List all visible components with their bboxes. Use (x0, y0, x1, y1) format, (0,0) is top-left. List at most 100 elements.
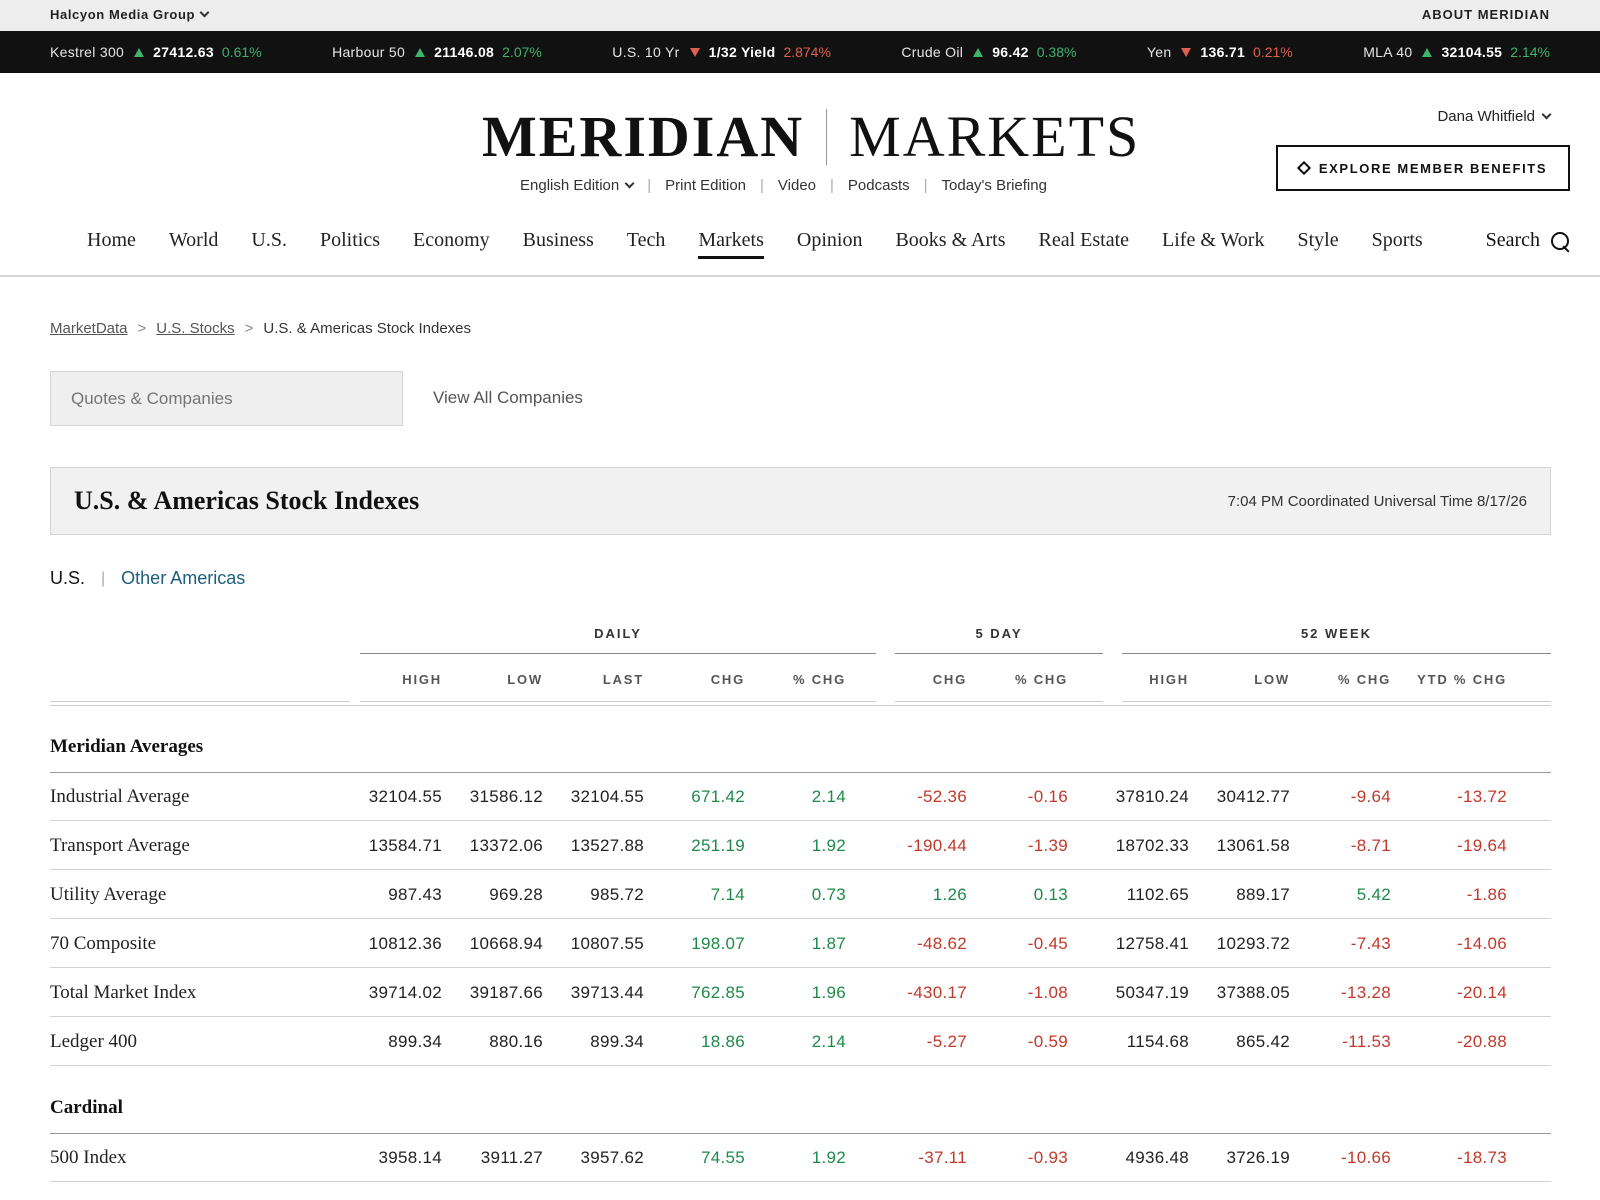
ticker-change: 2.874% (783, 44, 831, 60)
edition-link[interactable]: Podcasts (848, 177, 910, 194)
table-cell: -18.73 (1456, 1148, 1507, 1167)
table-cell: 1154.68 (1126, 1032, 1189, 1051)
table-cell: 671.42 (691, 787, 745, 806)
column-header[interactable]: CHG (650, 672, 745, 687)
table-row[interactable]: 500 Index 3958.14 3911.27 3957.62 74.55 1.92 -… (50, 1134, 1551, 1182)
brand-menu[interactable]: Halcyon Media Group (50, 7, 210, 22)
nav-item-tech[interactable]: Tech (627, 229, 666, 259)
nav-item-business[interactable]: Business (523, 229, 594, 259)
column-header[interactable]: % CHG (750, 672, 846, 687)
ticker-value: 96.42 (992, 44, 1029, 60)
table-row[interactable]: 70 Composite 10812.36 10668.94 10807.55 198.… (50, 920, 1551, 968)
nav-item-real-estate[interactable]: Real Estate (1038, 229, 1129, 259)
ticker-item[interactable]: Crude Oil 96.42 0.38% (901, 44, 1076, 60)
group-header-5day: 5 DAY (975, 626, 1023, 641)
index-name-link[interactable]: Industrial Average (50, 786, 189, 808)
about-link[interactable]: ABOUT MERIDIAN (1422, 7, 1550, 22)
nav-item-u-s[interactable]: U.S. (251, 229, 287, 259)
nav-item-sports[interactable]: Sports (1372, 229, 1423, 259)
ticker-value: 21146.08 (434, 44, 495, 60)
edition-link[interactable]: Print Edition (665, 177, 746, 194)
column-header-rule (895, 701, 1103, 702)
column-header[interactable]: % CHG (980, 672, 1068, 687)
masthead: MERIDIAN MARKETS English Edition | Print E… (0, 73, 1600, 213)
table-row[interactable]: Industrial Average 32104.55 31586.12 32104.… (50, 773, 1551, 821)
nav-item-life-work[interactable]: Life & Work (1162, 229, 1264, 259)
breadcrumb-separator: > (137, 320, 147, 337)
column-header[interactable]: CHG (880, 672, 967, 687)
logo-divider (826, 108, 828, 165)
column-header[interactable]: % CHG (1300, 672, 1391, 687)
ticker-item[interactable]: Harbour 50 21146.08 2.07% (332, 44, 542, 60)
table-cell: -10.66 (1340, 1148, 1391, 1167)
tab-other-americas[interactable]: Other Americas (121, 568, 245, 589)
ticker-item[interactable]: U.S. 10 Yr 1/32 Yield 2.874% (612, 44, 831, 60)
tab-separator: | (101, 569, 106, 587)
table-cell: 1.92 (811, 1148, 846, 1167)
market-ticker: Kestrel 300 27412.63 0.61% Harbour 50 21146.… (0, 31, 1600, 73)
edition-label: Today's Briefing (941, 177, 1047, 194)
tab-us[interactable]: U.S. (50, 568, 85, 589)
nav-item-opinion[interactable]: Opinion (797, 229, 863, 259)
column-header[interactable]: HIGH (350, 672, 442, 687)
breadcrumb-us-stocks[interactable]: U.S. Stocks (156, 320, 234, 337)
chevron-down-icon (624, 178, 635, 189)
search-button[interactable]: Search (1471, 229, 1570, 252)
nav-item-style[interactable]: Style (1297, 229, 1338, 259)
table-row[interactable]: Utility Average 987.43 969.28 985.72 7.14 0.7… (50, 871, 1551, 919)
index-name-link[interactable]: 500 Index (50, 1147, 127, 1169)
arrow-up-icon (973, 47, 984, 57)
table-row[interactable]: Total Market Index 39714.02 39187.66 39713.… (50, 969, 1551, 1017)
table-cell: -1.39 (1027, 836, 1068, 855)
table-cell: 10293.72 (1216, 934, 1290, 953)
edition-label: Video (777, 177, 817, 194)
index-name-link[interactable]: Transport Average (50, 835, 190, 857)
site-logo[interactable]: MERIDIAN MARKETS (482, 103, 1140, 170)
edition-link[interactable]: English Edition (520, 177, 635, 194)
column-header[interactable]: YTD % CHG (1380, 672, 1507, 687)
index-name-link[interactable]: Utility Average (50, 884, 166, 906)
nav-item-home[interactable]: Home (87, 229, 136, 259)
table-row[interactable]: Ledger 400 899.34 880.16 899.34 18.86 2.14 -5.… (50, 1018, 1551, 1066)
table-cell: 10807.55 (570, 934, 644, 953)
view-all-companies-link[interactable]: View All Companies (433, 388, 583, 408)
quotes-search-input[interactable] (50, 371, 403, 426)
nav-item-politics[interactable]: Politics (320, 229, 380, 259)
table-cell: -0.45 (1027, 934, 1068, 953)
user-menu[interactable]: Dana Whitfield (1437, 108, 1552, 125)
nav-item-economy[interactable]: Economy (413, 229, 490, 259)
column-header[interactable]: LAST (550, 672, 644, 687)
ticker-item[interactable]: Yen 136.71 0.21% (1147, 44, 1293, 60)
table-cell: 10812.36 (368, 934, 442, 953)
page-title-panel: U.S. & Americas Stock Indexes 7:04 PM Co… (50, 467, 1551, 535)
index-name-link[interactable]: Total Market Index (50, 982, 196, 1004)
table-cell: 50347.19 (1115, 983, 1189, 1002)
nav-item-world[interactable]: World (169, 229, 219, 259)
ticker-value: 136.71 (1200, 44, 1246, 60)
column-header[interactable]: HIGH (1100, 672, 1189, 687)
edition-link[interactable]: Video (778, 177, 816, 194)
ticker-item[interactable]: Kestrel 300 27412.63 0.61% (50, 44, 262, 60)
index-name-link[interactable]: Ledger 400 (50, 1031, 137, 1053)
nav-item-markets[interactable]: Markets (698, 229, 764, 259)
index-name-link[interactable]: 70 Composite (50, 933, 156, 955)
edition-link[interactable]: Today's Briefing (942, 177, 1047, 194)
explore-member-benefits-button[interactable]: EXPLORE MEMBER BENEFITS (1276, 145, 1570, 191)
ticker-change: 2.14% (1510, 44, 1550, 60)
table-cell: 13527.88 (570, 836, 644, 855)
column-header[interactable]: LOW (1200, 672, 1290, 687)
edition-separator: | (647, 177, 652, 194)
diamond-icon (1296, 160, 1311, 176)
nav-item-books-arts[interactable]: Books & Arts (895, 229, 1005, 259)
column-header[interactable]: LOW (450, 672, 543, 687)
table-cell: -13.28 (1340, 983, 1391, 1002)
breadcrumb-marketdata[interactable]: MarketData (50, 320, 128, 337)
table-cell: 32104.55 (570, 787, 644, 806)
table-cell: 37810.24 (1115, 787, 1189, 806)
table-row[interactable]: Transport Average 13584.71 13372.06 13527.8… (50, 822, 1551, 870)
arrow-up-icon (134, 47, 145, 57)
table-cell: 0.13 (1033, 885, 1068, 904)
ticker-item[interactable]: MLA 40 32104.55 2.14% (1363, 44, 1550, 60)
edition-label: Podcasts (847, 177, 910, 194)
table-cell: 32104.55 (368, 787, 442, 806)
